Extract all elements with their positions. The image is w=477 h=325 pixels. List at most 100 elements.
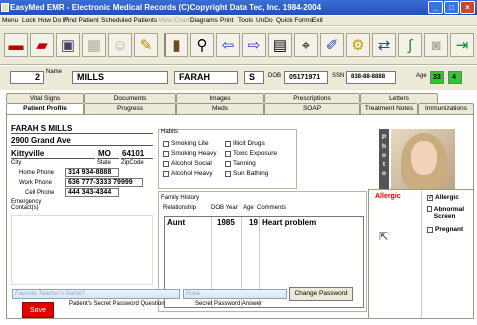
projector-icon[interactable]: ⌖	[294, 33, 318, 57]
state-label: State	[97, 160, 112, 166]
tab-images[interactable]: Images	[176, 93, 264, 103]
menu-item-menu[interactable]: Menu	[2, 17, 18, 24]
password-answer-field[interactable]: Rose	[183, 289, 287, 299]
state-field[interactable]: MO	[97, 149, 119, 159]
notepad-icon[interactable]: ✎	[134, 33, 158, 57]
back-arrow-icon[interactable]: ⇦	[216, 33, 240, 57]
exit-door-icon[interactable]: ⇥	[450, 33, 474, 57]
menu-item-print[interactable]: Print	[220, 17, 233, 24]
habit-sun-bathing[interactable]: Sun Bathing	[225, 170, 268, 177]
grid-icon[interactable]: ▦	[82, 33, 106, 57]
patient-photo[interactable]	[391, 129, 455, 193]
menu-item-quick-forms[interactable]: Quick Forms	[276, 17, 313, 24]
habit-toxic-exposure[interactable]: Toxic Exposure	[225, 150, 277, 157]
habit-alcohol-heavy[interactable]: Alcohol Heavy	[163, 170, 213, 177]
tab-row-2: Patient Profile Progress Meds SOAP Treat…	[6, 103, 474, 114]
dob-field[interactable]: 05171971	[284, 71, 328, 84]
menu-item-exit[interactable]: Exit	[312, 17, 323, 24]
age-label: Age	[416, 73, 427, 79]
tab-meds[interactable]: Meds	[176, 103, 264, 114]
home-phone-field[interactable]: 314 934-8888	[65, 168, 119, 177]
cell-phone-field[interactable]: 444 343-4344	[65, 188, 119, 197]
address-field[interactable]: 2900 Grand Ave	[11, 136, 153, 146]
checkbox-checked-icon: ✓	[427, 194, 434, 201]
last-name-field[interactable]: MILLS	[72, 71, 168, 84]
menu-item-lock[interactable]: Lock	[22, 17, 36, 24]
menu-item-diagrams[interactable]: Diagrams	[190, 17, 218, 24]
maximize-icon[interactable]: □	[444, 1, 459, 14]
close-icon[interactable]: ×	[460, 1, 475, 14]
allergy-section: Allergic ⇱ ✓ Allergic Abnormal Screen Pre…	[368, 189, 474, 319]
photo-label: Photo	[379, 129, 389, 189]
tab-soap[interactable]: SOAP	[264, 103, 360, 114]
transfer-icon[interactable]: ⇄	[372, 33, 396, 57]
cell-comments: Heart problem	[262, 218, 317, 227]
full-name-field[interactable]: FARAH S MILLS	[11, 124, 153, 134]
cell-dob-year: 1985	[217, 218, 235, 227]
save-button[interactable]: Save	[22, 302, 54, 318]
habit-alcohol-social[interactable]: Alcohol Social	[163, 160, 212, 167]
pregnant-checkbox[interactable]: Pregnant	[427, 226, 463, 233]
age-field: 33	[430, 71, 444, 84]
menu-item-view-charts[interactable]: View Charts	[158, 17, 193, 24]
cell-relationship: Aunt	[167, 218, 186, 227]
patient-card-icon[interactable]: ▬	[4, 33, 28, 57]
change-password-button[interactable]: Change Password	[289, 287, 353, 301]
menu-item-tools[interactable]: Tools	[238, 17, 253, 24]
city-field[interactable]: Kittyville	[11, 149, 95, 159]
tab-patient-profile[interactable]: Patient Profile	[6, 103, 84, 114]
habits-title: Habits	[161, 129, 179, 135]
menu-item-find-patient[interactable]: Find Patient	[64, 17, 99, 24]
checkbox-icon	[163, 140, 169, 147]
checkbox-icon	[427, 226, 433, 233]
zip-field[interactable]: 64101	[121, 149, 153, 159]
tab-progress[interactable]: Progress	[84, 103, 176, 114]
habit-illicit-drugs[interactable]: Illicit Drugs	[225, 140, 265, 147]
book-icon[interactable]: ▮	[164, 33, 188, 57]
work-phone-field[interactable]: 636 777-3333 79999	[65, 178, 143, 187]
patient-number[interactable]: 2	[10, 71, 44, 84]
ssn-field[interactable]: 838-88-8888	[346, 71, 396, 84]
work-phone-label: Work Phone	[19, 180, 52, 186]
table-row[interactable]: Aunt 1985 19 Heart problem	[165, 217, 363, 229]
tab-vital-signs[interactable]: Vital Signs	[6, 93, 84, 103]
cell-age: 19	[249, 218, 258, 227]
checkbox-icon	[225, 140, 231, 147]
tab-immunizations[interactable]: Immunizations	[418, 103, 474, 114]
habit-smoking-lite[interactable]: Smoking Lite	[163, 140, 209, 147]
tab-prescriptions[interactable]: Prescriptions	[264, 93, 360, 103]
gears-icon[interactable]: ⚙	[346, 33, 370, 57]
save-disk-icon[interactable]: ▣	[56, 33, 80, 57]
first-name-field[interactable]: FARAH	[174, 71, 238, 84]
habits-group: Habits Smoking Lite Illicit Drugs Smokin…	[158, 129, 297, 189]
habit-smoking-heavy[interactable]: Smoking Heavy	[163, 150, 217, 157]
minimize-icon[interactable]: _	[428, 1, 443, 14]
user-icon[interactable]: ☺	[108, 33, 132, 57]
password-question-field[interactable]: Favorite Teacher's Name?	[12, 289, 180, 299]
allergic-checkbox[interactable]: ✓ Allergic	[427, 194, 459, 201]
tab-letters[interactable]: Letters	[360, 93, 438, 103]
abnormal-screen-checkbox[interactable]: Abnormal Screen	[427, 206, 471, 220]
password-answer-label: Secret Password Answer	[195, 301, 262, 307]
habit-tanning[interactable]: Tanning	[225, 160, 256, 167]
syringe-icon[interactable]: ✐	[320, 33, 344, 57]
emergency-contact-field[interactable]	[11, 215, 153, 285]
allergy-list[interactable]: Allergic ⇱	[369, 190, 422, 318]
camera-icon[interactable]: ◙	[424, 33, 448, 57]
name-label: Name	[46, 69, 63, 75]
tab-documents[interactable]: Documents	[84, 93, 176, 103]
binoculars-icon[interactable]: ⚲	[190, 33, 214, 57]
menu-item-scheduled-patients[interactable]: Scheduled Patients	[101, 17, 157, 24]
clipboard-icon[interactable]: ▤	[268, 33, 292, 57]
car-icon[interactable]: ▰	[30, 33, 54, 57]
checkbox-icon	[163, 170, 169, 177]
allergic-header: Allergic	[375, 193, 401, 200]
checkbox-icon	[225, 170, 231, 177]
forward-arrow-icon[interactable]: ⇨	[242, 33, 266, 57]
middle-initial-field[interactable]: S	[244, 71, 264, 84]
menu-item-undo[interactable]: UnDo	[256, 17, 273, 24]
tab-treatment-notes[interactable]: Treatment Notes	[360, 103, 418, 114]
checkbox-icon	[427, 206, 432, 212]
stethoscope-icon[interactable]: ∫	[398, 33, 422, 57]
dob-label: DOB	[268, 73, 282, 79]
